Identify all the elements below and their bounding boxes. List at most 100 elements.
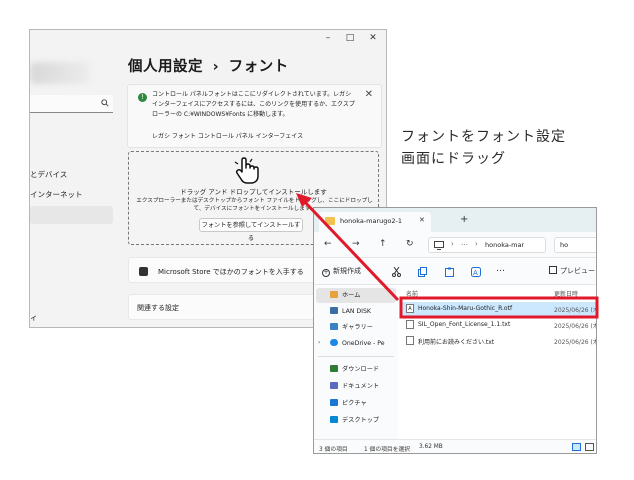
preview-button-label: プレビュー — [560, 267, 595, 275]
page-title: フォント — [228, 59, 289, 75]
desktop-icon — [330, 416, 338, 423]
nav-item-label: LAN DISK — [342, 308, 371, 315]
tab-honoka-marugo[interactable]: honoka-marugo2-1 ✕ — [319, 212, 431, 232]
svg-text:A: A — [473, 269, 478, 277]
tab-title: honoka-marugo2-1 — [340, 217, 402, 225]
file-name: SIL_Open_Font_License_1.1.txt — [418, 321, 511, 328]
text-file-icon — [406, 320, 414, 329]
download-icon — [330, 365, 338, 372]
sidebar-item-accessibility[interactable]: ィ — [30, 312, 38, 323]
picture-icon — [330, 399, 338, 406]
close-icon[interactable]: ✕ — [419, 216, 425, 224]
cloud-icon — [330, 339, 338, 346]
selection-size: 3.62 MB — [419, 444, 443, 450]
nav-item-onedrive[interactable]: OneDrive - Pe — [330, 336, 408, 351]
nav-item-gallery[interactable]: ギャラリー — [330, 320, 408, 335]
gallery-icon — [330, 323, 338, 330]
preview-button[interactable]: プレビュー — [549, 266, 595, 276]
sidebar-item-devices[interactable]: とデバイス — [30, 169, 67, 180]
search-icon — [101, 99, 109, 107]
breadcrumb-parent[interactable]: 個人用設定 — [128, 59, 203, 75]
up-icon[interactable]: ↑ — [379, 239, 387, 249]
back-icon[interactable]: ← — [324, 239, 332, 249]
sidebar-item-personalization[interactable] — [30, 206, 113, 224]
nav-item-label: ピクチャ — [342, 400, 367, 407]
address-text: honoka-mar — [485, 241, 525, 249]
details-view-icon[interactable] — [572, 443, 581, 451]
info-text: コントロール パネルフォントはここにリダイレクトされています。レガシ インターフ… — [152, 91, 355, 118]
forward-icon[interactable]: → — [352, 239, 360, 249]
command-bar: + 新規作成 A … プレビュー — [314, 259, 596, 285]
new-tab-button[interactable]: + — [460, 214, 468, 225]
copy-icon[interactable] — [418, 267, 427, 277]
nav-item-lan-disk[interactable]: LAN DISK — [330, 304, 408, 319]
chevron-right-icon: › — [475, 240, 478, 248]
column-date[interactable]: 更新日時 — [554, 289, 578, 298]
preview-pane-icon — [549, 266, 557, 274]
nav-item-home[interactable]: ホーム — [330, 288, 408, 303]
file-date: 2025/06/26 (木) — [554, 339, 597, 346]
network-drive-icon — [330, 307, 338, 314]
file-name: Honoka-Shin-Maru-Gothic_R.otf — [418, 305, 513, 312]
chevron-right-icon: › — [212, 59, 220, 75]
selection-count: 1 個の項目を選択 — [364, 447, 411, 453]
folder-icon — [325, 217, 335, 225]
close-button[interactable]: ✕ — [363, 31, 383, 45]
nav-item-documents[interactable]: ドキュメント — [330, 379, 408, 394]
divider — [318, 356, 394, 357]
file-row[interactable]: 利用前にお読みください.txt 2025/06/26 (木) — [400, 334, 597, 348]
related-settings-label: 関連する設定 — [137, 304, 179, 312]
nav-item-pictures[interactable]: ピクチャ — [330, 396, 408, 411]
file-row[interactable]: SIL_Open_Font_License_1.1.txt 2025/06/26… — [400, 318, 597, 332]
file-row[interactable]: A Honoka-Shin-Maru-Gothic_R.otf 2025/06/… — [400, 302, 597, 316]
file-date: 2025/06/26 (木) — [554, 323, 597, 330]
annotation-line-2: 画面にドラッグ — [401, 151, 506, 167]
minimize-button[interactable]: – — [318, 31, 338, 45]
navigation-pane: ホーム LAN DISK ギャラリー › OneDrive - Pe ダウンロー… — [314, 286, 398, 439]
nav-item-label: デスクトップ — [342, 417, 380, 424]
new-button-label: 新規作成 — [333, 267, 361, 275]
cut-icon[interactable] — [392, 267, 401, 277]
store-link-text: Microsoft Store でほかのフォントを入手する — [158, 268, 304, 276]
hand-cursor-icon — [234, 157, 259, 184]
refresh-icon[interactable]: ↻ — [406, 239, 414, 249]
file-name: 利用前にお読みください.txt — [418, 339, 495, 346]
paste-icon[interactable] — [445, 267, 454, 277]
breadcrumb-overflow[interactable]: … — [461, 239, 468, 247]
nav-item-label: ホーム — [342, 292, 361, 299]
column-header: 名前 更新日時 — [400, 286, 596, 300]
user-profile-blur — [30, 62, 90, 84]
settings-search-input[interactable] — [30, 95, 113, 113]
chevron-right-icon: › — [451, 240, 454, 248]
item-count: 3 個の項目 — [319, 447, 348, 453]
nav-item-label: ギャラリー — [342, 324, 373, 331]
annotation-line-1: フォントをフォント設定 — [401, 129, 566, 145]
search-input[interactable]: ho — [554, 237, 596, 253]
rename-icon[interactable]: A — [471, 267, 481, 277]
file-explorer-window: honoka-marugo2-1 ✕ + ← → ↑ ↻ › … › honok… — [313, 207, 597, 454]
legacy-font-panel-link[interactable]: レガシ フォント コントロール パネル インターフェイス — [152, 131, 303, 140]
tiles-view-icon[interactable] — [585, 443, 594, 451]
column-name[interactable]: 名前 — [406, 289, 418, 298]
monitor-icon — [434, 241, 444, 250]
info-icon: ! — [138, 93, 147, 102]
maximize-button[interactable]: □ — [340, 31, 360, 45]
more-options-button[interactable]: … — [496, 264, 505, 274]
nav-item-label: ダウンロード — [342, 366, 380, 373]
nav-item-label: OneDrive - Pe — [342, 340, 385, 347]
nav-item-downloads[interactable]: ダウンロード — [330, 362, 408, 377]
nav-item-label: ドキュメント — [342, 383, 380, 390]
address-bar[interactable]: › … › honoka-mar — [428, 237, 546, 253]
close-icon[interactable]: ✕ — [365, 89, 373, 100]
file-list: 名前 更新日時 A Honoka-Shin-Maru-Gothic_R.otf … — [400, 286, 597, 439]
browse-install-button[interactable]: フォントを参照してインストールする — [199, 218, 303, 242]
status-bar: 3 個の項目 1 個の項目を選択 3.62 MB — [314, 439, 596, 453]
sidebar-item-network[interactable]: インターネット — [30, 189, 83, 200]
chevron-right-icon[interactable]: › — [318, 339, 320, 346]
file-date: 2025/06/26 (木) — [554, 307, 597, 314]
document-icon — [330, 382, 338, 389]
nav-item-desktop[interactable]: デスクトップ — [330, 413, 408, 428]
drop-zone-title: ドラッグ アンド ドロップしてインストールします — [180, 188, 327, 196]
annotation-text: フォントをフォント設定 画面にドラッグ — [401, 126, 566, 170]
new-button[interactable]: + 新規作成 — [322, 266, 361, 277]
